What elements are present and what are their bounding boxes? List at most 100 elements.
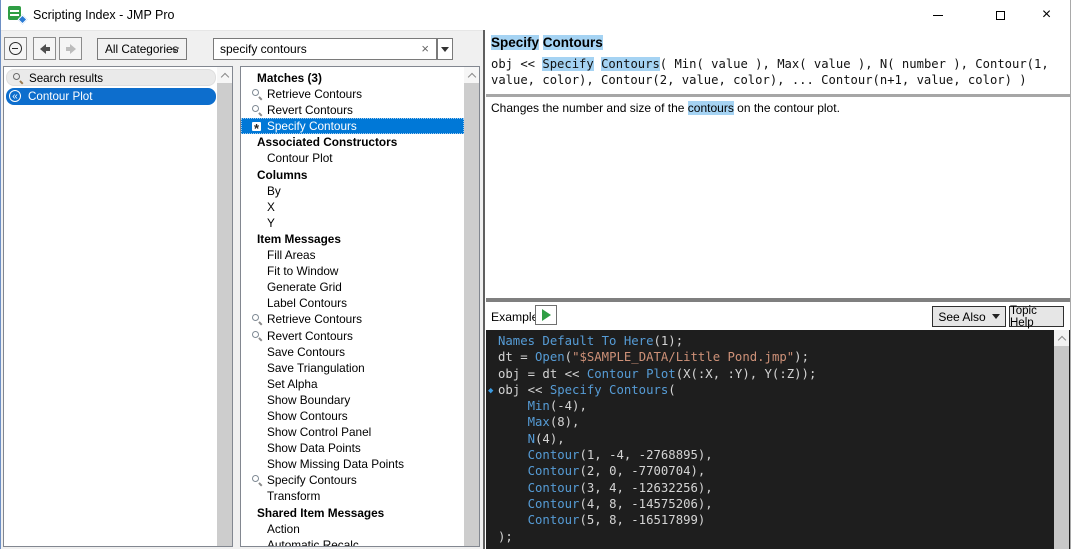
list-item-show-data-points[interactable]: Show Data Points <box>241 440 464 456</box>
code-segment: Contour <box>528 497 580 511</box>
chevron-up-icon <box>220 72 228 80</box>
text-segment: Contours <box>601 57 660 71</box>
nav-item-search-results[interactable]: Search results <box>6 69 216 86</box>
list-item-automatic-recalc[interactable]: Automatic Recalc <box>241 537 464 546</box>
see-also-button[interactable]: See Also <box>932 306 1006 327</box>
code-segment: Open <box>535 350 565 364</box>
code-segment: ( <box>565 350 572 364</box>
list-item-show-missing-data-points[interactable]: Show Missing Data Points <box>241 456 464 472</box>
list-item-set-alpha[interactable]: Set Alpha <box>241 376 464 392</box>
code-segment: (3, 4, -12632256), <box>579 481 712 495</box>
scroll-up-button[interactable] <box>464 67 479 83</box>
code-line: ◆obj << Specify Contours( <box>498 382 1049 398</box>
code-line: dt = Open("$SAMPLE_DATA/Little Pond.jmp"… <box>498 349 1049 365</box>
matches-scrollbar[interactable] <box>464 67 479 546</box>
code-line: ); <box>498 529 1049 545</box>
list-item-generate-grid[interactable]: Generate Grid <box>241 279 464 295</box>
list-item-label: Revert Contours <box>267 103 353 117</box>
list-item-revert-contours[interactable]: Revert Contours <box>241 102 464 118</box>
code-segment: Specify Contours <box>550 383 668 397</box>
list-item-item-messages[interactable]: Item Messages <box>241 231 464 247</box>
category-dropdown[interactable]: All Categories <box>97 38 187 60</box>
back-button[interactable] <box>33 37 56 60</box>
code-segment: (1); <box>653 334 683 348</box>
code-scrollbar[interactable] <box>1054 330 1069 549</box>
maximize-button[interactable] <box>978 0 1023 30</box>
list-item-contour-plot[interactable]: Contour Plot <box>241 150 464 166</box>
list-item-action[interactable]: Action <box>241 521 464 537</box>
list-item-specify-contours[interactable]: *Specify Contours <box>241 118 464 134</box>
app-icon-star <box>18 15 28 25</box>
window-border-left <box>0 0 1 549</box>
search-history-dropdown[interactable] <box>437 38 453 60</box>
description-text: Changes the number and size of the conto… <box>491 101 1051 115</box>
list-item-fit-to-window[interactable]: Fit to Window <box>241 263 464 279</box>
execution-marker-icon: ◆ <box>488 383 493 399</box>
code-segment: (-4), <box>550 399 587 413</box>
code-line: Contour(5, 8, -16517899) <box>498 512 1049 528</box>
list-item-label: Transform <box>267 489 320 503</box>
list-item-label: Item Messages <box>257 232 341 246</box>
close-icon: × <box>1042 7 1051 23</box>
list-item-show-control-panel[interactable]: Show Control Panel <box>241 424 464 440</box>
code-line: Contour(4, 8, -14575206), <box>498 496 1049 512</box>
list-item-associated-constructors[interactable]: Associated Constructors <box>241 134 464 150</box>
list-item-label: Action <box>267 522 300 536</box>
text-segment: on the contour plot. <box>734 101 840 115</box>
list-item-x[interactable]: X <box>241 199 464 215</box>
app-icon <box>8 6 26 23</box>
list-item-retrieve-contours[interactable]: Retrieve Contours <box>241 86 464 102</box>
code-segment: ); <box>498 530 513 544</box>
list-item-matches-3-[interactable]: Matches (3) <box>241 70 464 86</box>
run-example-button[interactable] <box>535 305 557 325</box>
list-item-label: Show Contours <box>267 409 348 423</box>
list-item-shared-item-messages[interactable]: Shared Item Messages <box>241 505 464 521</box>
scroll-up-button[interactable] <box>217 67 232 83</box>
list-item-save-triangulation[interactable]: Save Triangulation <box>241 360 464 376</box>
code-segment <box>498 464 528 478</box>
dropdown-arrow-icon <box>441 47 449 52</box>
search-input[interactable] <box>220 40 405 58</box>
list-item-label: Show Control Panel <box>267 425 371 439</box>
list-item-y[interactable]: Y <box>241 215 464 231</box>
nav-item-label: Contour Plot <box>28 90 92 103</box>
list-item-save-contours[interactable]: Save Contours <box>241 344 464 360</box>
minimize-button[interactable] <box>915 0 960 30</box>
list-item-show-contours[interactable]: Show Contours <box>241 408 464 424</box>
list-item-label: Retrieve Contours <box>267 312 362 326</box>
text-segment: Specify <box>491 35 539 50</box>
separator <box>486 94 1071 97</box>
list-item-label: Retrieve Contours <box>267 87 362 101</box>
list-item-label-contours[interactable]: Label Contours <box>241 295 464 311</box>
scroll-up-button[interactable] <box>1054 330 1069 346</box>
left-panel-scrollbar[interactable] <box>217 67 232 546</box>
text-segment: Specify <box>542 57 593 71</box>
list-item-fill-areas[interactable]: Fill Areas <box>241 247 464 263</box>
code-segment: Contour <box>528 481 580 495</box>
topic-help-button[interactable]: Topic Help <box>1009 306 1064 327</box>
list-item-specify-contours[interactable]: Specify Contours <box>241 472 464 488</box>
list-item-label: Associated Constructors <box>257 135 397 149</box>
list-item-label: Revert Contours <box>267 329 353 343</box>
collapse-button[interactable] <box>4 37 27 60</box>
code-segment: N <box>528 432 535 446</box>
code-editor: Names Default To Here(1);dt = Open("$SAM… <box>498 333 1049 549</box>
list-item-by[interactable]: By <box>241 183 464 199</box>
search-match-icon <box>252 314 262 324</box>
list-item-retrieve-contours[interactable]: Retrieve Contours <box>241 311 464 327</box>
nav-item-contour-plot[interactable]: « Contour Plot <box>6 88 216 105</box>
list-item-revert-contours[interactable]: Revert Contours <box>241 328 464 344</box>
close-button[interactable]: × <box>1024 0 1069 30</box>
list-item-transform[interactable]: Transform <box>241 488 464 504</box>
list-item-show-boundary[interactable]: Show Boundary <box>241 392 464 408</box>
list-item-label: Save Contours <box>267 345 345 359</box>
titlebar: Scripting Index - JMP Pro × <box>0 0 1071 30</box>
text-segment: Contours <box>543 35 603 50</box>
list-item-label: Show Data Points <box>267 441 361 455</box>
forward-button[interactable] <box>59 37 82 60</box>
code-line: N(4), <box>498 431 1049 447</box>
list-item-columns[interactable]: Columns <box>241 167 464 183</box>
text-segment: Changes the number and size of the <box>491 101 688 115</box>
clear-search-icon[interactable]: × <box>421 42 429 56</box>
code-segment: Contour <box>528 448 580 462</box>
